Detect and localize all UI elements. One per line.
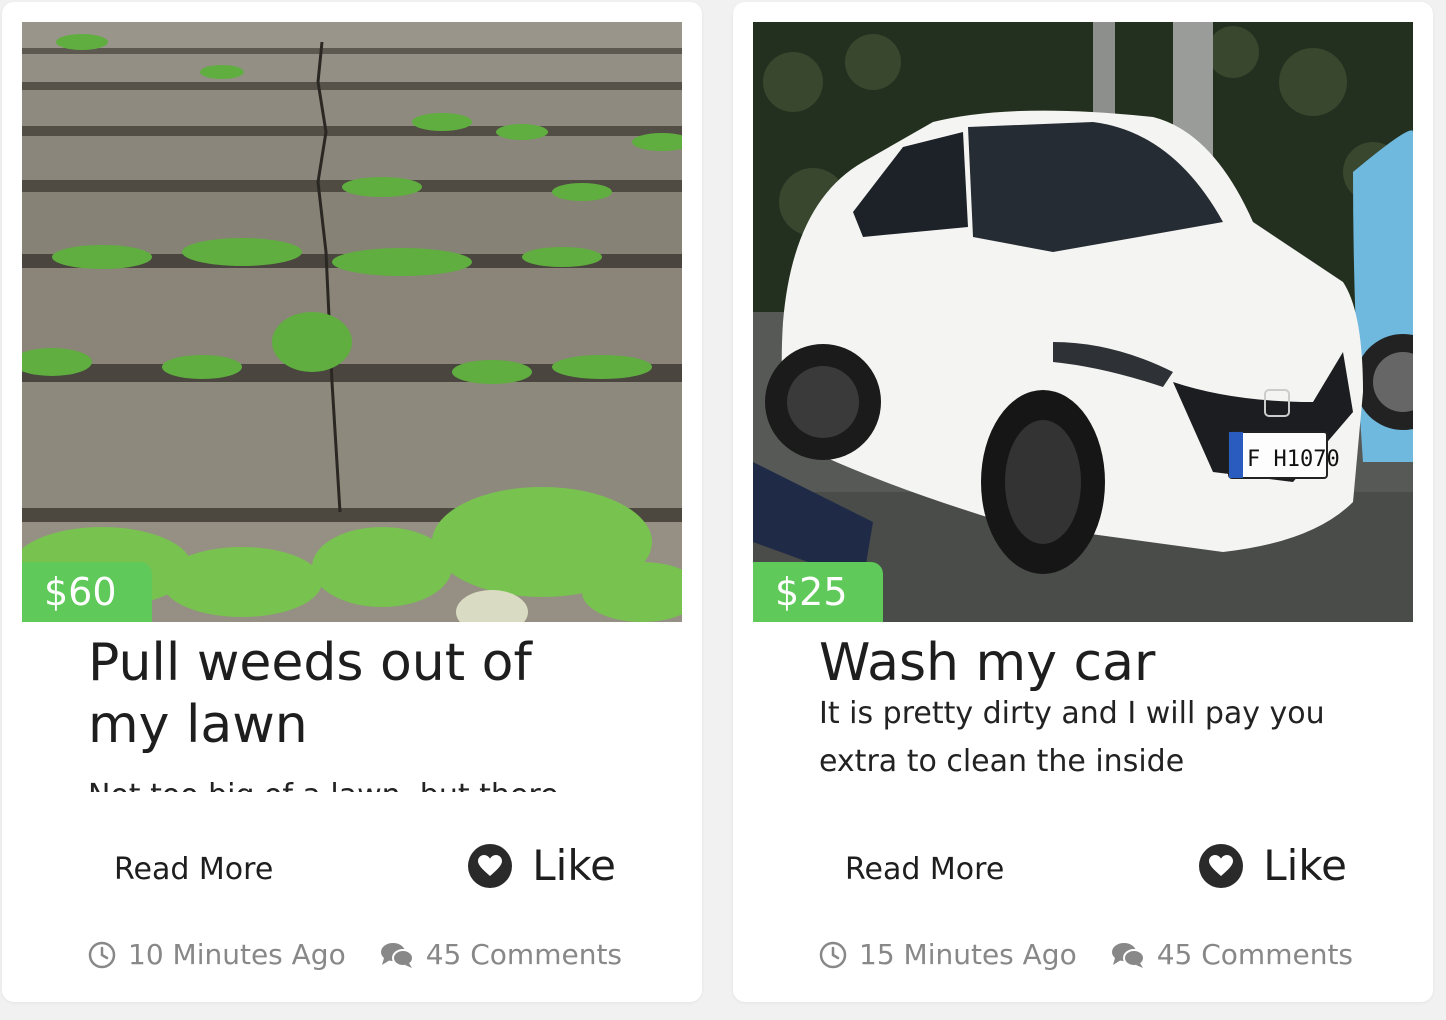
- comments-icon: [380, 942, 414, 968]
- card-meta: 10 Minutes Ago 45 Comments: [88, 938, 648, 971]
- card-description: It is pretty dirty and I will pay you ex…: [819, 696, 1325, 779]
- card-description-container: Not too big of a lawn, but there: [88, 772, 648, 792]
- price-badge: $60: [22, 562, 152, 622]
- clock-icon: [88, 941, 116, 968]
- white-car-image: F H1070: [753, 22, 1413, 622]
- task-card-weeds[interactable]: $60 Pull weeds out of my lawn Not too bi…: [2, 2, 702, 1002]
- card-title[interactable]: Pull weeds out of my lawn: [88, 632, 588, 756]
- card-grid: $60 Pull weeds out of my lawn Not too bi…: [0, 0, 1446, 1020]
- time-label: 15 Minutes Ago: [859, 938, 1077, 971]
- license-plate: F H1070: [1247, 447, 1340, 472]
- card-meta: 15 Minutes Ago 45 Comments: [819, 938, 1379, 971]
- read-more-link[interactable]: Read More: [845, 848, 1004, 892]
- card-title[interactable]: Wash my car: [819, 632, 1319, 694]
- read-more-link[interactable]: Read More: [114, 848, 273, 892]
- card-image-weeds[interactable]: $60: [22, 22, 682, 622]
- time-label: 10 Minutes Ago: [128, 938, 346, 971]
- card-description-container: It is pretty dirty and I will pay you ex…: [819, 690, 1379, 790]
- comments-label: 45 Comments: [1156, 938, 1354, 971]
- like-label: Like: [1263, 841, 1347, 890]
- heart-icon: [1199, 844, 1244, 888]
- clock-icon: [819, 941, 847, 968]
- comments-label: 45 Comments: [425, 938, 623, 971]
- comments-count[interactable]: 45 Comments: [1111, 938, 1353, 971]
- like-button[interactable]: Like: [468, 840, 616, 892]
- like-button[interactable]: Like: [1199, 840, 1347, 892]
- task-card-car[interactable]: F H1070 $25 Wash my car It is pretty dir…: [733, 2, 1433, 1002]
- time-posted: 15 Minutes Ago: [819, 938, 1077, 971]
- stone-steps-image: [22, 22, 682, 622]
- comments-icon: [1111, 942, 1145, 968]
- card-description: Not too big of a lawn, but there: [88, 772, 648, 792]
- time-posted: 10 Minutes Ago: [88, 938, 346, 971]
- price-badge: $25: [753, 562, 883, 622]
- card-image-car[interactable]: F H1070 $25: [753, 22, 1413, 622]
- comments-count[interactable]: 45 Comments: [380, 938, 622, 971]
- heart-icon: [468, 844, 513, 888]
- like-label: Like: [532, 841, 616, 890]
